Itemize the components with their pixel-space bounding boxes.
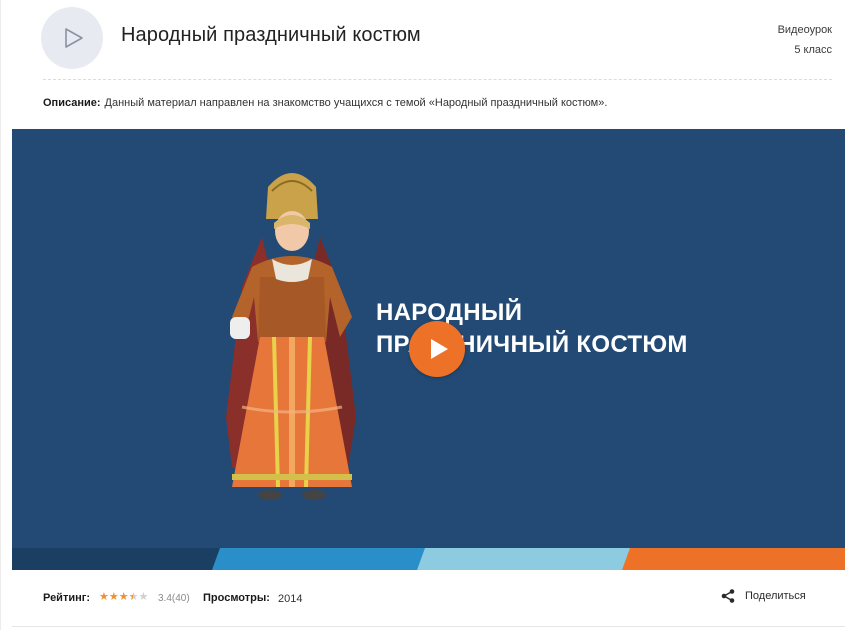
lesson-description: Описание: Данный материал направлен на зн… bbox=[43, 97, 607, 109]
lesson-meta: Видеоурок 5 класс bbox=[778, 20, 832, 60]
play-outline-icon bbox=[65, 28, 83, 48]
rating-stars[interactable]: ★ ★ ★ ★ ★ bbox=[99, 591, 148, 603]
lesson-footer: Рейтинг: ★ ★ ★ ★ ★ 3.4(40) Просмотры: 2014 П… bbox=[1, 570, 845, 626]
lesson-card: Народный праздничный костюм Видеоурок 5 … bbox=[0, 0, 845, 630]
header-play-button[interactable] bbox=[41, 7, 103, 69]
lesson-header: Народный праздничный костюм Видеоурок 5 … bbox=[1, 0, 845, 80]
costume-figure-illustration bbox=[226, 173, 356, 500]
video-player[interactable]: НАРОДНЫЙ ПРАЗДНИЧНЫЙ КОСТЮМ bbox=[12, 129, 845, 570]
rating-label: Рейтинг: bbox=[43, 592, 90, 604]
header-divider bbox=[43, 79, 832, 80]
lesson-grade: 5 класс bbox=[794, 44, 832, 56]
bottom-stripe-segment bbox=[212, 548, 427, 570]
lesson-title: Народный праздничный костюм bbox=[121, 24, 421, 46]
bottom-stripe-segment bbox=[622, 548, 845, 570]
share-icon bbox=[721, 589, 735, 603]
lesson-type: Видеоурок bbox=[777, 24, 832, 36]
description-text: Данный материал направлен на знакомство … bbox=[104, 97, 608, 109]
video-play-button[interactable] bbox=[409, 321, 465, 377]
share-label: Поделиться bbox=[745, 590, 806, 602]
share-button[interactable]: Поделиться bbox=[721, 589, 806, 603]
bottom-stripe-segment bbox=[12, 548, 222, 570]
star-icon[interactable]: ★ bbox=[129, 591, 139, 603]
footer-divider bbox=[12, 626, 845, 627]
play-icon bbox=[431, 339, 448, 359]
views-count: 2014 bbox=[278, 593, 303, 605]
star-icon[interactable]: ★ bbox=[119, 591, 129, 603]
rating-count: (40) bbox=[171, 593, 190, 604]
description-label: Описание: bbox=[43, 97, 101, 109]
star-icon[interactable]: ★ bbox=[109, 591, 119, 603]
star-icon[interactable]: ★ bbox=[99, 591, 109, 603]
views-label: Просмотры: bbox=[203, 592, 270, 604]
rating-value: 3.4(40) bbox=[158, 593, 190, 604]
rating-score: 3.4 bbox=[158, 593, 172, 604]
bottom-stripe-segment bbox=[417, 548, 632, 570]
star-icon[interactable]: ★ bbox=[139, 591, 149, 603]
